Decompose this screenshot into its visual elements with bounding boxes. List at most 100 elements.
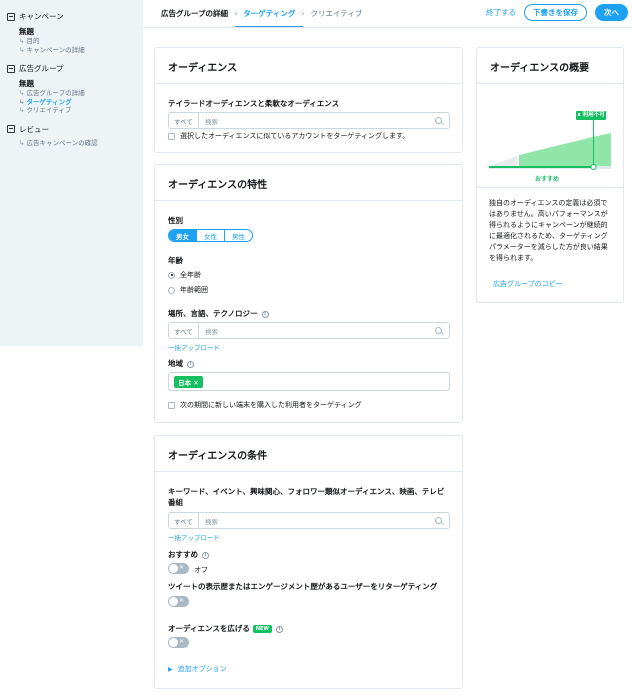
audience-features-title: オーディエンスの特性: [155, 165, 462, 201]
recommended-label: おすすめ i: [168, 549, 209, 560]
bulk-upload-link[interactable]: 一括アップロード: [168, 532, 220, 542]
recommended-toggle-state: オフ: [194, 566, 208, 574]
search-scope-select[interactable]: すべて: [169, 113, 199, 128]
recommended-range-label: おすすめ: [535, 176, 560, 183]
retarget-toggle[interactable]: [168, 596, 189, 607]
more-options-link[interactable]: ▶ 追加オプション: [168, 664, 227, 674]
expand-audience-label: オーディエンスを広げる NEW i: [168, 623, 283, 634]
folder-icon: [7, 64, 15, 73]
summary-description: 独自のオーディエンスの定義は必須ではありません。高いパフォーマンスが得られるよう…: [489, 199, 608, 262]
sidebar: キャンペーン 無題 ↳ 目的 ↳ キャンペーンの詳細 広告グループ 無題 ↳ 広告グル…: [0, 0, 143, 346]
recommended-toggle[interactable]: [168, 563, 189, 574]
new-device-label: 次の期間に新しい端末を購入した利用者をターゲティング: [180, 401, 362, 409]
branch-arrow-icon: ↳: [19, 45, 25, 54]
search-scope-select[interactable]: すべて: [169, 323, 199, 338]
conditions-search-input[interactable]: すべて 検索: [168, 512, 450, 529]
branch-arrow-icon: ↳: [19, 89, 25, 97]
expand-audience-toggle[interactable]: [168, 637, 189, 648]
sidebar-heading-ad-group[interactable]: 広告グループ: [0, 62, 143, 75]
new-badge: NEW: [252, 625, 272, 633]
tab-ad-group-details[interactable]: 広告グループの詳細: [161, 8, 228, 19]
new-device-checkbox[interactable]: [168, 401, 175, 409]
search-placeholder: 検索: [205, 117, 218, 126]
sidebar-item-campaign-details[interactable]: ↳ キャンペーンの詳細: [0, 46, 143, 55]
gauge-status-badge: ᴥ 利用不可: [576, 111, 606, 120]
region-input[interactable]: 日本 ✕: [168, 372, 450, 391]
caret-right-icon: ▶: [168, 666, 173, 673]
age-range-radio[interactable]: [168, 286, 175, 294]
gender-selector: 男女 女性 男性: [168, 229, 253, 242]
search-scope-select[interactable]: すべて: [169, 513, 199, 528]
search-icon: [435, 117, 442, 124]
keyword-label: キーワード、イベント、興味関心、フォロワー類似オーディエンス、映画、テレビ番組: [168, 487, 445, 507]
sidebar-section-review: レビュー ↳ 広告キャンペーンの確認: [0, 123, 143, 148]
info-icon[interactable]: i: [187, 360, 194, 368]
search-icon: [435, 327, 442, 334]
audience-summary-card: オーディエンスの概要 ᴥ 利用不可 おすすめ 独自のオーディエンスの定義は必須で…: [476, 47, 624, 303]
top-actions: 終了する 下書きを保存 次へ: [486, 4, 632, 21]
sidebar-item-ad-group-details[interactable]: ↳ 広告グループの詳細: [0, 89, 143, 98]
age-option-all-row[interactable]: 全年齢: [168, 270, 201, 280]
branch-arrow-icon: ↳: [19, 106, 25, 114]
age-label: 年齢: [168, 256, 183, 265]
age-all-label: 全年齢: [180, 271, 201, 279]
toggle-knob: [169, 638, 178, 647]
folder-icon: [7, 125, 15, 133]
next-button[interactable]: 次へ: [595, 4, 628, 21]
sidebar-ad-group-name[interactable]: 無題: [0, 78, 143, 89]
age-range-label: 年齢範囲: [180, 286, 208, 294]
gender-label: 性別: [168, 216, 183, 225]
audience-features-card: オーディエンスの特性 性別 男女 女性 男性 年齢 全年齢 年齢範囲 場所、言語…: [154, 164, 463, 423]
folder-icon: [7, 12, 15, 21]
gender-option-male[interactable]: 男性: [225, 230, 252, 241]
search-placeholder: 検索: [205, 327, 218, 336]
sidebar-section-campaign: キャンペーン 無題 ↳ 目的 ↳ キャンペーンの詳細: [0, 10, 143, 54]
gender-option-female[interactable]: 女性: [197, 230, 225, 241]
sidebar-heading-campaign[interactable]: キャンペーン: [0, 10, 143, 23]
branch-arrow-icon: ↳: [19, 138, 25, 147]
location-label: 場所、言語、テクノロジー i: [168, 308, 269, 319]
search-icon: [435, 517, 442, 524]
sidebar-heading-review[interactable]: レビュー: [0, 123, 143, 136]
location-search-input[interactable]: すべて 検索: [168, 322, 450, 339]
top-divider: [143, 27, 632, 28]
chevron-right-icon: ›: [301, 9, 305, 18]
summary-divider: [477, 187, 623, 188]
audience-conditions-title: オーディエンスの条件: [155, 436, 462, 472]
region-label: 地域 i: [168, 358, 194, 369]
info-icon[interactable]: i: [275, 625, 283, 633]
tab-targeting[interactable]: ターゲティング: [235, 8, 304, 28]
info-icon[interactable]: i: [202, 551, 209, 559]
toggle-knob: [169, 597, 178, 606]
branch-arrow-icon: ↳: [19, 37, 25, 45]
sidebar-item-review-campaign[interactable]: ↳ 広告キャンペーンの確認: [0, 139, 143, 148]
sidebar-item-creative[interactable]: ↳ クリエイティブ: [0, 106, 143, 115]
finish-button[interactable]: 終了する: [486, 7, 516, 18]
tab-creative[interactable]: クリエイティブ: [311, 8, 363, 19]
audience-card: オーディエンス テイラードオーディエンスと柔軟なオーディエンス すべて 検索 選…: [154, 47, 463, 153]
chevron-right-icon: ›: [234, 9, 238, 18]
branch-arrow-icon: ↳: [19, 97, 25, 106]
copy-ad-group-link[interactable]: 広告グループのコピー: [493, 279, 563, 289]
sidebar-item-objective[interactable]: ↳ 目的: [0, 37, 143, 46]
sidebar-campaign-name[interactable]: 無題: [0, 26, 143, 37]
age-option-range-row[interactable]: 年齢範囲: [168, 285, 208, 295]
audience-title: オーディエンス: [155, 48, 462, 84]
bulk-upload-link[interactable]: 一括アップロード: [168, 342, 220, 352]
top-bar: 広告グループの詳細 › ターゲティング › クリエイティブ 終了する 下書きを保…: [143, 0, 632, 28]
audience-search-input[interactable]: すべて 検索: [168, 112, 450, 129]
toggle-knob: [169, 564, 178, 573]
lookalike-checkbox[interactable]: [168, 132, 175, 140]
sidebar-item-targeting[interactable]: ↳ ターゲティング: [0, 98, 143, 107]
age-all-radio[interactable]: [168, 271, 175, 279]
new-device-checkbox-row[interactable]: 次の期間に新しい端末を購入した利用者をターゲティング: [168, 400, 362, 410]
save-draft-button[interactable]: 下書きを保存: [524, 4, 587, 21]
retarget-label: ツイートの表示歴またはエンゲージメント歴があるユーザーをリターゲティング: [168, 582, 438, 591]
tailored-audience-label: テイラードオーディエンスと柔軟なオーディエンス: [168, 99, 340, 108]
audience-conditions-card: オーディエンスの条件 キーワード、イベント、興味関心、フォロワー類似オーディエン…: [154, 435, 463, 689]
search-placeholder: 検索: [205, 517, 218, 526]
info-icon[interactable]: i: [261, 310, 269, 318]
lookalike-checkbox-row[interactable]: 選択したオーディエンスに似ているアカウントをターゲティングします。: [168, 131, 409, 141]
gender-option-all[interactable]: 男女: [169, 230, 197, 241]
region-tag-japan[interactable]: 日本 ✕: [174, 375, 203, 388]
